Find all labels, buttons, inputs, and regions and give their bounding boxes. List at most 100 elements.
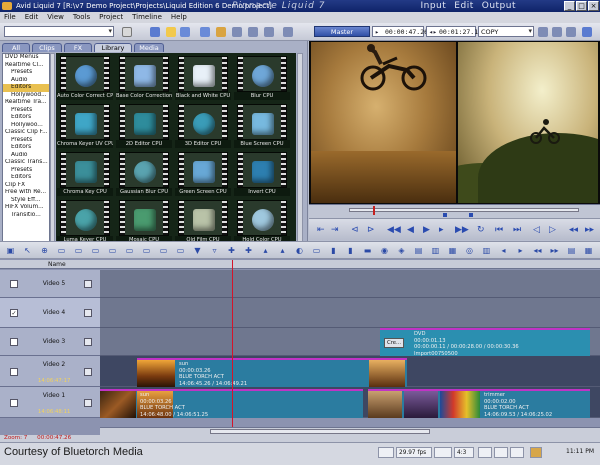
effect-tile[interactable]: Hold Color CPU [234, 199, 290, 244]
track-header[interactable]: Video 3 [0, 328, 100, 356]
zoom-tool-icon[interactable]: ▭ [159, 246, 168, 255]
nudge-right-icon[interactable]: ▸ [516, 246, 525, 255]
track-enable-checkbox[interactable] [10, 280, 18, 288]
razor-icon[interactable]: ▭ [125, 246, 134, 255]
tree-item[interactable]: Realtime Tra... [3, 99, 49, 107]
audio-meter-icon[interactable] [478, 447, 492, 458]
timeline-clip[interactable]: trimmer 00:00:02.00 BLUE TORCH ACT 14:06:09… [368, 389, 590, 418]
effect-tile[interactable]: Invert CPU [234, 151, 290, 196]
safe-area-icon[interactable] [552, 27, 562, 37]
grid-view-icon[interactable] [166, 27, 176, 37]
track-header[interactable]: ✓ Video 4 [0, 298, 100, 328]
split-view-icon[interactable] [582, 27, 592, 37]
track-header[interactable]: Video 1 14:06:48:11 [0, 387, 100, 418]
shuttle-icon[interactable]: ◂◂ [569, 225, 578, 235]
mark-in-button-icon[interactable]: ⇤ [317, 225, 325, 235]
mode-output[interactable]: Output [482, 1, 516, 11]
tab-fx[interactable]: FX [64, 43, 92, 52]
audio-mix-icon[interactable]: ▤ [414, 246, 423, 255]
tree-item[interactable]: Presets [3, 167, 49, 175]
timeline-clip[interactable]: sun 00:00:03.26 BLUE TORCH ACT 14:06:45.26 … [137, 358, 407, 387]
output-selector[interactable]: COPY [478, 26, 534, 37]
track-icon[interactable]: ▣ [6, 246, 15, 255]
track-lock-icon[interactable] [84, 367, 92, 376]
tree-item[interactable]: Presets [3, 137, 49, 145]
folder-icon[interactable] [216, 27, 226, 37]
tree-item[interactable]: Classic Trans... [3, 159, 49, 167]
tree-item[interactable]: Presets [3, 69, 49, 77]
tree-item[interactable]: Presets [3, 107, 49, 115]
mode-edit[interactable]: Edit [454, 1, 473, 11]
tree-item[interactable]: Free with Re... [3, 189, 49, 197]
effect-icon[interactable]: ◎ [465, 246, 474, 255]
tree-item[interactable]: Editors [3, 144, 49, 152]
track-lock-icon[interactable] [84, 309, 92, 317]
effect-tile[interactable]: 2D Editor CPU [116, 103, 172, 148]
timeline-scrollbar[interactable] [100, 427, 600, 435]
nudge-left-icon[interactable]: ◂ [499, 246, 508, 255]
tree-item[interactable]: Transitio... [3, 212, 49, 220]
sort-icon[interactable] [248, 27, 258, 37]
bin-options-icon[interactable] [283, 27, 293, 37]
viewer-options-icon[interactable] [566, 27, 576, 37]
rewind-icon[interactable]: ◀◀ [387, 225, 401, 235]
tree-scrollbar[interactable] [50, 53, 55, 251]
lift-icon[interactable]: ▴ [261, 246, 270, 255]
program-viewer[interactable] [458, 42, 598, 203]
tab-all[interactable]: All [2, 43, 30, 52]
mark-in-icon[interactable] [443, 213, 447, 217]
sync-icon[interactable]: ▮ [346, 246, 355, 255]
render-icon[interactable]: ◈ [397, 246, 406, 255]
previous-frame-icon[interactable]: ◀ [407, 225, 414, 235]
track-enable-checkbox[interactable] [10, 398, 18, 407]
gap-icon[interactable]: ▮ [329, 246, 338, 255]
menu-project[interactable]: Project [99, 13, 123, 21]
timecode-duration[interactable]: ◂▸ 00:01:27.19 [426, 26, 482, 37]
menu-help[interactable]: Help [171, 13, 187, 21]
timeline-clip[interactable]: DVD 00:00:01.13 00:00:00.11 / 00:00:28.00 … [380, 328, 590, 356]
video-mix-icon[interactable]: ▥ [431, 246, 440, 255]
next-frame-icon[interactable]: ▸ [439, 225, 444, 235]
timeline-ruler[interactable] [100, 260, 600, 269]
overwrite-tool-icon[interactable]: ▿ [210, 246, 219, 255]
tree-item[interactable]: DVD Menus [3, 54, 49, 62]
track-enable-checkbox[interactable] [10, 338, 18, 346]
effect-tile[interactable]: Chroma Key CPU [57, 151, 113, 196]
snap-icon[interactable]: ▭ [312, 246, 321, 255]
tab-media[interactable]: Media [134, 43, 164, 52]
effect-tile[interactable]: Luma Keyer CPU [57, 199, 113, 244]
tree-item[interactable]: Style Eff... [3, 197, 49, 205]
master-button[interactable]: Master [314, 26, 370, 37]
minimize-button[interactable]: _ [564, 1, 575, 11]
search-icon[interactable] [232, 27, 242, 37]
mode-input[interactable]: Input [420, 1, 446, 11]
tree-item[interactable]: Clip FX [3, 182, 49, 190]
track-enable-checkbox[interactable] [10, 367, 18, 376]
ripple-icon[interactable]: ▭ [108, 246, 117, 255]
tree-item[interactable]: Audio [3, 152, 49, 160]
effect-tile[interactable]: Old Film CPU [175, 199, 231, 244]
source-viewer[interactable] [311, 42, 456, 203]
tree-item[interactable]: HiFX Volum... [3, 204, 49, 212]
tree-item[interactable]: Hollywoo... [3, 122, 49, 130]
tab-library[interactable]: Library [94, 43, 132, 52]
tab-clips[interactable]: Clips [32, 43, 62, 52]
track-lane[interactable] [100, 270, 600, 298]
maximize-button[interactable]: □ [576, 1, 587, 11]
tree-item[interactable]: Editors [3, 114, 49, 122]
mark-out-button-icon[interactable]: ⇥ [331, 225, 339, 235]
track-lock-icon[interactable] [84, 398, 92, 407]
play-icon[interactable]: ▶ [423, 225, 430, 235]
viewer-timeline-ruler[interactable] [309, 204, 600, 218]
menu-timeline[interactable]: Timeline [132, 13, 162, 21]
slip-icon[interactable]: ▭ [57, 246, 66, 255]
roll-icon[interactable]: ▭ [91, 246, 100, 255]
menu-edit[interactable]: Edit [25, 13, 39, 21]
timecode-in[interactable]: ▸ 00:00:47.26 [372, 26, 428, 37]
bin-selector[interactable] [4, 26, 114, 37]
track-lock-icon[interactable] [84, 280, 92, 288]
tree-item[interactable]: Audio [3, 77, 49, 85]
add-track-icon[interactable]: ✚ [227, 246, 236, 255]
help-icon[interactable] [530, 447, 542, 458]
arrow-tool-icon[interactable] [122, 27, 132, 37]
